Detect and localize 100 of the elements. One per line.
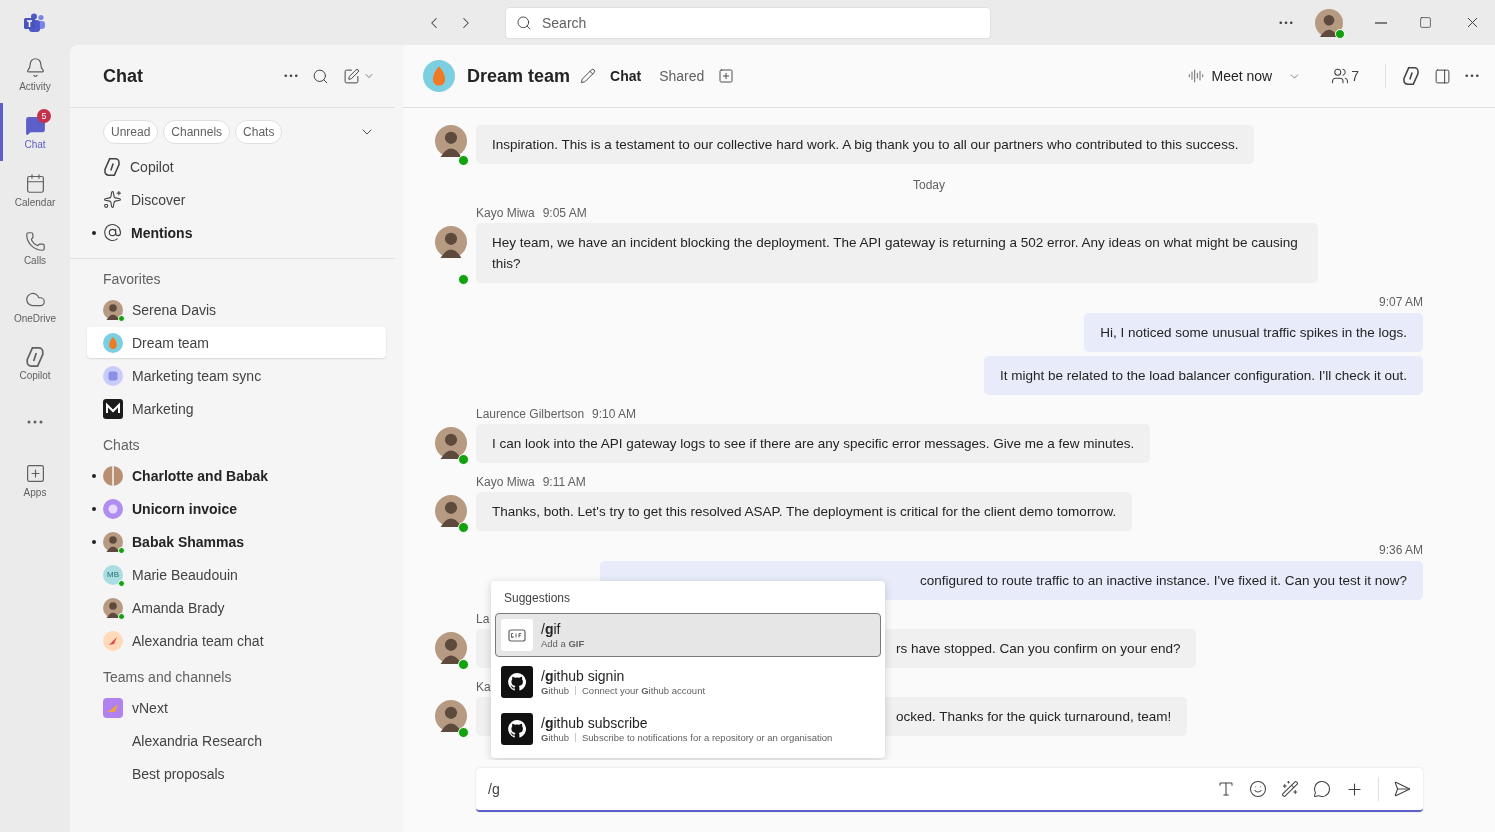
command-name: /github signin: [541, 668, 626, 684]
bell-icon: [24, 56, 46, 78]
panel-title: Chat: [103, 65, 144, 87]
more-icon: [1279, 20, 1293, 25]
chat-list-item[interactable]: Marketing team sync: [87, 360, 386, 391]
chat-list-item[interactable]: Marketing: [87, 393, 386, 424]
app-bar-item[interactable]: Activity: [0, 45, 70, 103]
app-bar-item[interactable]: Apps: [0, 451, 70, 509]
chat-name: Dream team: [132, 334, 210, 351]
sound-wave-icon: [1187, 68, 1204, 84]
gif-icon: [501, 619, 533, 651]
chat-list-item[interactable]: Charlotte and Babak: [87, 460, 386, 491]
emoji-icon: [1249, 780, 1267, 798]
chat-list-item[interactable]: Dream team: [87, 327, 386, 358]
date-divider: Today: [912, 178, 946, 192]
calendar-icon: [24, 172, 46, 194]
minimize-icon: [1375, 21, 1387, 24]
chat-list-item[interactable]: Unicorn invoice: [87, 493, 386, 524]
command-name: /github subscribe: [541, 715, 649, 731]
meet-now-button[interactable]: Meet now: [1181, 67, 1308, 85]
pencil-icon: [580, 68, 597, 84]
message-bubble: Hi, I noticed some unusual traffic spikes in the logs.: [1084, 313, 1423, 352]
app-bar-item[interactable]: Calendar: [0, 161, 70, 219]
chat-list-item[interactable]: Discover: [87, 184, 386, 215]
filter-chip[interactable]: Chats: [235, 120, 283, 144]
chat-icon: [24, 114, 46, 136]
magic-wand-button[interactable]: [1281, 780, 1299, 798]
tab[interactable]: Chat: [606, 62, 646, 90]
chat-list-item[interactable]: vNext: [87, 692, 386, 723]
app-bar-item[interactable]: OneDrive: [0, 277, 70, 335]
app-bar-item[interactable]: Chat 5: [0, 103, 70, 161]
chat-list-item[interactable]: Mentions: [87, 217, 386, 248]
avatar: [435, 125, 467, 157]
chat-list-item[interactable]: Babak Shammas: [87, 526, 386, 557]
filter-chip[interactable]: Channels: [163, 120, 231, 144]
avatar: [435, 495, 467, 527]
message-time: 9:10 AM: [592, 407, 637, 421]
app-name: Github: [541, 685, 569, 696]
send-button[interactable]: [1393, 780, 1411, 798]
chat-list-item[interactable]: Alexandria team chat: [87, 625, 386, 656]
channel-item[interactable]: Alexandria Research: [87, 725, 386, 756]
avatar: [423, 60, 455, 92]
search-icon: [312, 67, 329, 85]
chat-title: Dream team: [467, 65, 571, 87]
author-name: Kayo Miwa: [476, 206, 535, 220]
app-bar-item[interactable]: Copilot: [0, 335, 70, 393]
copilot-icon: [25, 347, 45, 367]
emoji-button[interactable]: [1249, 780, 1267, 798]
profile-button[interactable]: [1315, 8, 1343, 37]
format-button[interactable]: [1217, 780, 1235, 798]
chat-list-item[interactable]: Copilot: [87, 151, 386, 182]
message-time: 9:05 AM: [542, 206, 587, 220]
search-field[interactable]: Search: [505, 6, 991, 39]
tab[interactable]: Shared: [655, 62, 709, 90]
minimize-button[interactable]: [1375, 21, 1387, 24]
side-panel-icon: [1434, 67, 1451, 85]
more-icon: [27, 420, 43, 424]
filter-chip[interactable]: Unread: [103, 120, 159, 144]
section-header: Favorites: [102, 270, 162, 289]
suggestion-item[interactable]: /gif Add a GIF: [495, 613, 881, 657]
copilot-button[interactable]: [1402, 67, 1420, 85]
more-icon: [284, 74, 298, 78]
message-bubble: Inspiration. This is a testament to our collective hard work. A big thank you to all our partners who contributed to this success.: [476, 125, 1255, 164]
maximize-icon: [1419, 16, 1432, 29]
author-name: Laurence Gilbertson: [476, 407, 585, 421]
participants-button[interactable]: 7: [1325, 66, 1365, 86]
avatar: [435, 632, 467, 664]
copilot-icon: [103, 157, 121, 176]
chat-list-item[interactable]: Amanda Brady: [87, 592, 386, 623]
new-chat-button[interactable]: [343, 67, 375, 85]
author-name: Ka: [476, 680, 491, 694]
avatar: [103, 332, 123, 353]
add-tab-button[interactable]: [718, 68, 735, 84]
app-bar-item[interactable]: Calls: [0, 219, 70, 277]
avatar: [435, 427, 467, 459]
avatar: [435, 226, 467, 258]
author-name: La: [476, 612, 490, 626]
chat-name: Marketing: [132, 400, 194, 417]
plus-square-icon: [718, 68, 735, 84]
chat-name: Babak Shammas: [132, 533, 245, 550]
avatar: [1315, 8, 1343, 37]
more-button[interactable]: [1465, 74, 1479, 78]
more-button[interactable]: [1279, 20, 1293, 25]
more-button[interactable]: [284, 74, 298, 78]
side-panel-button[interactable]: [1434, 67, 1451, 85]
at-sign-icon: [103, 223, 122, 242]
phone-icon: [24, 230, 46, 252]
avatar: [103, 597, 123, 618]
message-time: 9:07 AM: [1378, 295, 1423, 309]
maximize-button[interactable]: [1419, 16, 1432, 29]
channel-item[interactable]: Best proposals: [87, 758, 386, 789]
github-icon: [501, 713, 533, 745]
chat-name: Copilot: [130, 158, 174, 175]
search-button[interactable]: [312, 67, 329, 85]
rename-button[interactable]: [580, 68, 597, 84]
loop-button[interactable]: [1313, 780, 1331, 798]
message-input[interactable]: /g: [488, 777, 1203, 801]
chat-list-item[interactable]: MB Marie Beaudouin: [87, 559, 386, 590]
chat-list-item[interactable]: Serena Davis: [87, 294, 386, 325]
compose-field[interactable]: /g: [476, 768, 1423, 812]
